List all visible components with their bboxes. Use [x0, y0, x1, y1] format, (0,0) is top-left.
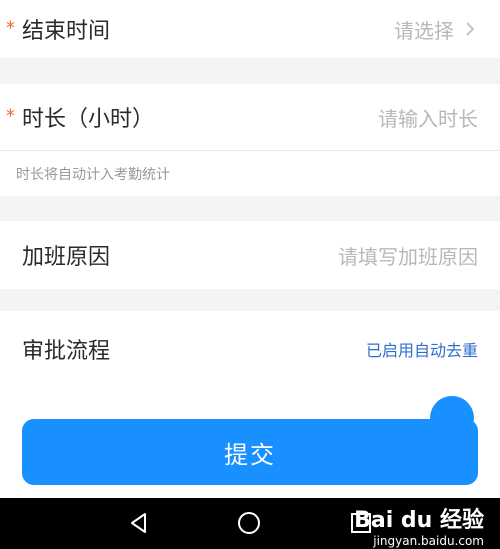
required-mark: * — [6, 105, 15, 127]
chevron-right-icon — [466, 22, 475, 36]
watermark-site: jingyan.baidu.com — [373, 534, 484, 548]
duration-row[interactable]: * 时长（小时） 请输入时长 — [0, 84, 500, 150]
end-time-row[interactable]: * 结束时间 请选择 — [0, 0, 500, 58]
reason-row[interactable]: 加班原因 请填写加班原因 — [0, 221, 500, 289]
approval-label: 审批流程 — [22, 339, 111, 364]
duration-hint: 时长将自动计入考勤统计 — [0, 150, 500, 196]
duration-label: 时长（小时） — [22, 107, 155, 132]
approval-status: 已启用自动去重 — [365, 341, 478, 360]
baidu-watermark: Bai du 经验 jingyan.baidu.com — [354, 502, 484, 548]
home-icon[interactable] — [236, 510, 262, 536]
watermark-brand: Bai du 经验 — [354, 508, 484, 533]
submit-button[interactable]: 提交 — [22, 419, 478, 485]
back-icon[interactable] — [126, 510, 152, 536]
required-mark: * — [6, 17, 15, 39]
end-time-label: 结束时间 — [22, 19, 111, 44]
reason-input[interactable]: 请填写加班原因 — [338, 241, 478, 270]
duration-input[interactable]: 请输入时长 — [378, 103, 478, 132]
end-time-select[interactable]: 请选择 — [394, 15, 454, 44]
reason-label: 加班原因 — [22, 245, 111, 270]
